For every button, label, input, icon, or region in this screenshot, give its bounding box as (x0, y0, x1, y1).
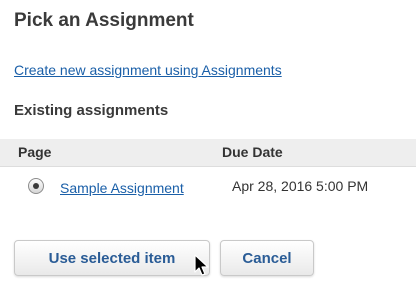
assignments-table-header: Page Due Date (0, 139, 416, 167)
create-assignment-link[interactable]: Create new assignment using Assignments (14, 62, 282, 78)
existing-assignments-heading: Existing assignments (14, 102, 169, 119)
table-row: Sample Assignment Apr 28, 2016 5:00 PM (0, 168, 416, 208)
cancel-button[interactable]: Cancel (220, 240, 314, 276)
column-header-due-date: Due Date (222, 144, 283, 160)
assignment-due-date: Apr 28, 2016 5:00 PM (232, 178, 369, 194)
pick-assignment-page: Pick an Assignment Create new assignment… (0, 0, 416, 290)
assignment-name-link[interactable]: Sample Assignment (60, 180, 184, 196)
use-selected-item-button[interactable]: Use selected item (14, 240, 210, 276)
page-title: Pick an Assignment (14, 10, 194, 31)
assignment-radio-button[interactable] (28, 178, 44, 194)
column-header-page: Page (18, 144, 52, 160)
